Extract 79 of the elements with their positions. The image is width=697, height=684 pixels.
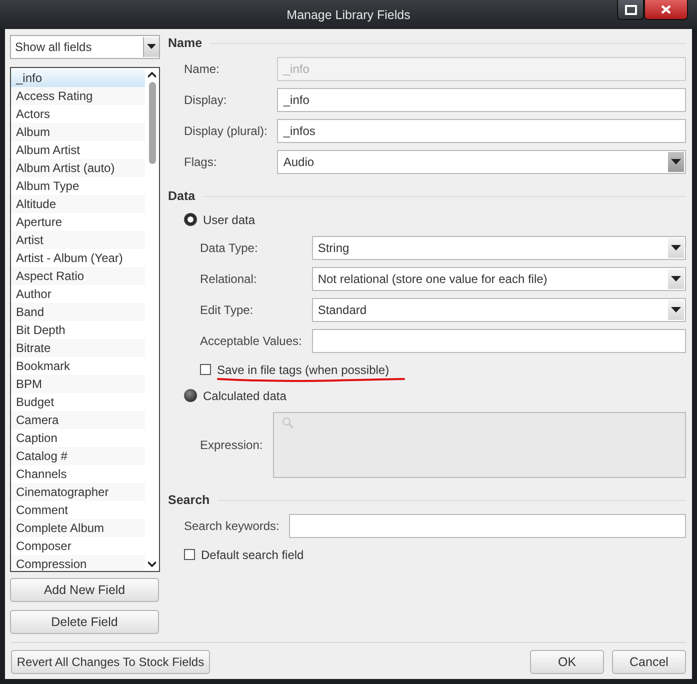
field-label: Display (plural): [184,124,268,138]
list-item[interactable]: Album Artist [11,141,145,159]
dropdown-arrow-button[interactable] [668,269,684,289]
checkbox-label: Save in file tags (when possible) [217,362,390,376]
dialog-button[interactable]: Cancel [612,650,686,674]
list-item[interactable]: Aperture [11,213,145,231]
section-title: Search [168,493,210,507]
section-title: Name [168,36,202,50]
list-item[interactable]: Album Artist (auto) [11,159,145,177]
caret-icon [671,159,681,165]
field-button[interactable]: Add New Field [10,578,159,602]
list-item[interactable]: Album [11,123,145,141]
section-title: Data [168,189,196,203]
input-field[interactable] [312,329,686,353]
list-item[interactable]: Access Rating [11,87,145,105]
list-item[interactable]: Aspect Ratio [11,267,145,285]
list-item[interactable]: Channels [11,465,145,483]
revert-button[interactable]: Revert All Changes To Stock Fields [11,650,210,674]
field-label: Edit Type: [200,303,254,317]
scroll-up-icon[interactable] [148,72,156,78]
list-item[interactable]: _info [11,69,145,87]
list-item[interactable]: Bitrate [11,339,145,357]
list-item[interactable]: Comment [11,501,145,519]
list-item[interactable]: Compression [11,555,145,571]
checkbox[interactable] [200,364,211,375]
list-item[interactable]: Artist [11,231,145,249]
radio-button[interactable] [184,213,197,226]
field-label: Flags: [184,155,218,169]
radio-label: User data [203,212,256,226]
list-item[interactable]: Bit Depth [11,321,145,339]
field-label: Name: [184,62,220,76]
input-field[interactable]: _infos [277,119,686,143]
checkbox[interactable] [184,549,195,560]
caret-icon [671,245,681,251]
list-item[interactable]: Caption [11,429,145,447]
dropdown[interactable]: Standard [312,298,686,322]
list-item[interactable]: Complete Album [11,519,145,537]
caret-icon [671,307,681,313]
list-item[interactable]: Camera [11,411,145,429]
field-label: Search keywords: [184,519,280,533]
list-item[interactable]: Author [11,285,145,303]
filter-dropdown[interactable]: Show all fields [10,35,160,59]
list-item[interactable]: Actors [11,105,145,123]
window-title: Manage Library Fields [286,8,410,22]
input-field[interactable] [289,514,686,538]
field-label: Acceptable Values: [200,334,302,348]
list-item[interactable]: Budget [11,393,145,411]
list-item[interactable]: Album Type [11,177,145,195]
field-label: Data Type: [200,241,259,255]
list-item[interactable]: Bookmark [11,357,145,375]
field-label: Display: [184,93,228,107]
list-item[interactable]: Cinematographer [11,483,145,501]
maximize-icon [624,4,636,14]
checkbox-label: Default search field [201,548,304,562]
field-button[interactable]: Delete Field [10,610,159,634]
radio-button[interactable] [184,389,197,402]
list-item[interactable]: Altitude [11,195,145,213]
field-label: Expression: [200,438,263,452]
caret-icon [671,276,681,282]
dropdown-arrow-button[interactable] [668,238,684,258]
dropdown[interactable]: Not relational (store one value for each file) [312,267,686,291]
radio-label: Calculated data [203,388,286,402]
list-item[interactable]: Band [11,303,145,321]
maximize-button[interactable] [617,0,644,20]
dropdown[interactable]: String [312,236,686,260]
field-label: Relational: [200,272,258,286]
expression-field[interactable] [272,412,686,478]
input-field[interactable]: _info [277,88,686,112]
list-item[interactable]: Catalog # [11,447,145,465]
close-icon [661,5,671,14]
dialog-button[interactable]: OK [530,650,604,674]
search-icon [282,417,294,429]
list-item[interactable]: BPM [11,375,145,393]
dropdown-arrow-button[interactable] [668,300,684,320]
caret-icon [147,44,156,50]
close-button[interactable] [644,0,688,20]
list-item[interactable]: Composer [11,537,145,555]
scroll-down-icon[interactable] [148,561,156,567]
list-item[interactable]: Artist - Album (Year) [11,249,145,267]
